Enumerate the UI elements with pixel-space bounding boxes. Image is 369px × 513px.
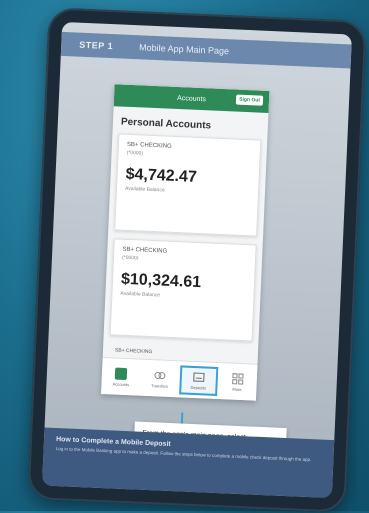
transfer-icon bbox=[154, 369, 167, 382]
nav-item-more[interactable]: More bbox=[220, 372, 255, 392]
nav-label: Accounts bbox=[113, 381, 130, 387]
accounts-icon bbox=[115, 367, 128, 380]
account-card-partial[interactable]: SB+ CHECKING bbox=[109, 343, 252, 359]
account-card[interactable]: SB+ CHECKING (*0000) $10,324.61 Availabl… bbox=[110, 238, 257, 341]
more-icon bbox=[231, 372, 244, 385]
tablet-device: STEP 1 Mobile App Main Page Accounts Sig… bbox=[27, 7, 366, 512]
step-label: STEP 1 bbox=[79, 40, 113, 51]
app-header-title: Accounts bbox=[177, 94, 206, 102]
sign-out-button[interactable]: Sign Out bbox=[236, 95, 263, 106]
tablet-screen: STEP 1 Mobile App Main Page Accounts Sig… bbox=[42, 22, 352, 498]
phone-app: Accounts Sign Out Personal Accounts SB+ … bbox=[101, 84, 269, 400]
account-card[interactable]: SB+ CHECKING (*0000) $4,742.47 Available… bbox=[114, 133, 261, 236]
nav-label: Transfers bbox=[151, 383, 168, 389]
nav-label: More bbox=[232, 386, 241, 391]
footer-panel: How to Complete a Mobile Deposit Log in … bbox=[42, 428, 334, 499]
nav-item-transfers[interactable]: Transfers bbox=[143, 368, 178, 388]
step-page-label: Mobile App Main Page bbox=[139, 42, 229, 56]
bottom-nav: Accounts Transfers Deposits More bbox=[101, 357, 257, 401]
nav-item-deposits[interactable]: Deposits bbox=[181, 367, 216, 393]
nav-label: Deposits bbox=[190, 384, 206, 390]
deposit-icon bbox=[193, 370, 206, 383]
nav-item-accounts[interactable]: Accounts bbox=[104, 367, 139, 387]
step-bar: STEP 1 Mobile App Main Page bbox=[61, 32, 352, 69]
